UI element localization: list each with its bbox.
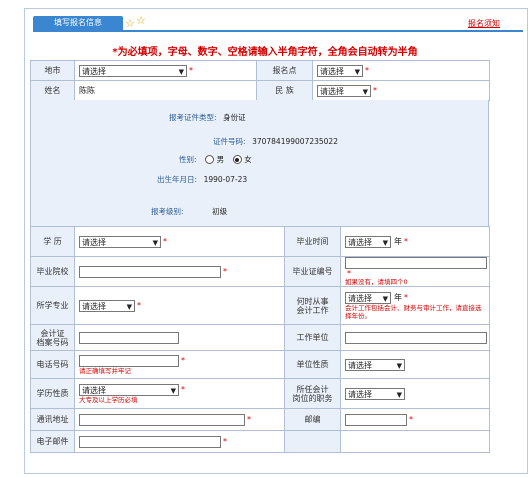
gender-label: 性别: (179, 155, 197, 164)
chevron-down-icon: ▼ (178, 67, 184, 76)
education-select[interactable]: 请选择 ▼ (79, 235, 161, 248)
year-unit: 年 (394, 293, 402, 302)
work-since-select[interactable]: 请选择 ▼ (345, 291, 391, 304)
required-mark: * (181, 385, 185, 394)
required-mark: * (223, 437, 227, 446)
registration-notice-link[interactable]: 报名须知 (468, 18, 500, 29)
empty-value-cell (340, 430, 490, 453)
required-mark: * (181, 356, 185, 365)
top-form-table: 地市 请选择 ▼ * 报名点 请选择 ▼ * 姓名 陈陈 民 族 请选择 ▼ * (30, 60, 490, 101)
gender-male-label: 男 (216, 155, 225, 164)
required-mark: * (373, 86, 377, 95)
work-since-label: 何时从事 (296, 296, 329, 306)
required-mark: * (365, 66, 369, 75)
chevron-down-icon: ▼ (126, 302, 132, 311)
position-select[interactable]: 请选择 ▼ (345, 387, 405, 400)
required-notice: *为必填项，字母、数字、空格请输入半角字符，全角会自动转为半角 (112, 47, 418, 58)
exam-level-label: 报考级别: (151, 207, 184, 216)
chevron-down-icon: ▼ (382, 294, 388, 303)
required-mark: * (404, 237, 408, 246)
accounting-cert-label: 会计证 (40, 328, 65, 338)
required-mark: * (189, 66, 193, 75)
postcode-label: 邮编 (284, 408, 341, 431)
unit-type-label: 单位性质 (284, 350, 341, 379)
graduation-year-select[interactable]: 请选择 ▼ (345, 235, 391, 248)
work-since-label-line2: 会计工作 (296, 305, 329, 315)
bottom-form-table: 学 历 请选择 ▼ * 毕业时间 请选择 ▼ 年 * 毕业院校 * 毕业证编号 * 如果没… (30, 226, 490, 453)
unit-type-select[interactable]: 请选择 ▼ (345, 358, 405, 371)
city-label: 地市 (30, 60, 75, 81)
required-mark: * (347, 269, 351, 278)
required-mark: * (163, 237, 167, 246)
chevron-down-icon: ▼ (152, 238, 158, 247)
postcode-input[interactable] (345, 413, 407, 426)
accounting-cert-label-line2: 档案号码 (36, 337, 69, 347)
id-type-value: 身份证 (223, 113, 246, 122)
birth-date-value: 1990-07-23 (203, 175, 248, 184)
school-label: 毕业院校 (30, 256, 75, 287)
birth-date-label: 出生年月日: (157, 175, 198, 184)
required-mark: * (223, 267, 227, 276)
education-type-label: 学历性质 (30, 378, 75, 409)
required-mark: * (409, 415, 413, 424)
email-input[interactable] (79, 435, 221, 448)
phone-input[interactable] (79, 354, 179, 367)
accounting-cert-input[interactable] (79, 331, 179, 344)
address-label: 通讯地址 (30, 408, 75, 431)
tab-fill-registration[interactable]: 填写报名信息 (33, 16, 123, 30)
school-input[interactable] (79, 265, 221, 278)
email-label: 电子邮件 (30, 430, 75, 453)
gender-female-radio[interactable] (232, 155, 242, 164)
education-type-hint: 大专及以上学历必填 (79, 395, 138, 404)
site-label: 报名点 (256, 60, 313, 81)
ethnic-label: 民 族 (256, 80, 313, 101)
major-select[interactable]: 请选择 ▼ (79, 299, 135, 312)
chevron-down-icon: ▼ (354, 67, 360, 76)
identity-info-panel: 报考证件类型: 身份证 证件号码: 370784199007235022 性别:… (30, 100, 489, 226)
empty-label-cell (284, 430, 341, 453)
certificate-number-hint: 如果没有，请填四个0 (345, 278, 408, 286)
education-label: 学 历 (30, 226, 75, 257)
employer-input[interactable] (345, 331, 487, 344)
chevron-down-icon: ▼ (396, 361, 402, 370)
phone-label: 电话号码 (30, 350, 75, 379)
name-value: 陈陈 (74, 80, 257, 101)
tab-underline (33, 30, 523, 32)
required-mark: * (404, 293, 408, 302)
city-select[interactable]: 请选择 ▼ (79, 64, 187, 77)
gender-male-radio[interactable] (205, 155, 215, 164)
position-label-line2: 岗位的职务 (292, 393, 333, 403)
star-icon: ☆ (136, 14, 146, 27)
ethnic-select[interactable]: 请选择 ▼ (317, 84, 371, 97)
required-mark: * (247, 415, 251, 424)
address-input[interactable] (79, 413, 245, 426)
chevron-down-icon: ▼ (170, 386, 176, 395)
certificate-number-label: 毕业证编号 (284, 256, 341, 287)
phone-hint: 请正确填写并牢记 (79, 366, 131, 375)
year-unit: 年 (394, 237, 402, 246)
chevron-down-icon: ▼ (396, 390, 402, 399)
major-label: 所学专业 (30, 286, 75, 325)
exam-level-value: 初级 (212, 207, 228, 216)
id-number-value: 370784199007235022 (252, 137, 338, 146)
certificate-number-input[interactable] (345, 257, 487, 269)
chevron-down-icon: ▼ (382, 238, 388, 247)
chevron-down-icon: ▼ (362, 87, 368, 96)
id-number-label: 证件号码: (213, 137, 246, 146)
site-select[interactable]: 请选择 ▼ (317, 64, 363, 77)
star-icon: ☆ (125, 17, 135, 30)
education-type-select[interactable]: 请选择 ▼ (79, 383, 179, 396)
employer-label: 工作单位 (284, 324, 341, 351)
required-mark: * (137, 301, 141, 310)
id-type-label: 报考证件类型: (169, 113, 217, 122)
name-label: 姓名 (30, 80, 75, 101)
graduation-time-label: 毕业时间 (284, 226, 341, 257)
gender-female-label: 女 (244, 155, 252, 164)
position-label: 所任会计 (296, 384, 329, 394)
work-since-hint: 会计工作包括会计、财务与审计工作，请直接选择年份。 (345, 303, 482, 320)
